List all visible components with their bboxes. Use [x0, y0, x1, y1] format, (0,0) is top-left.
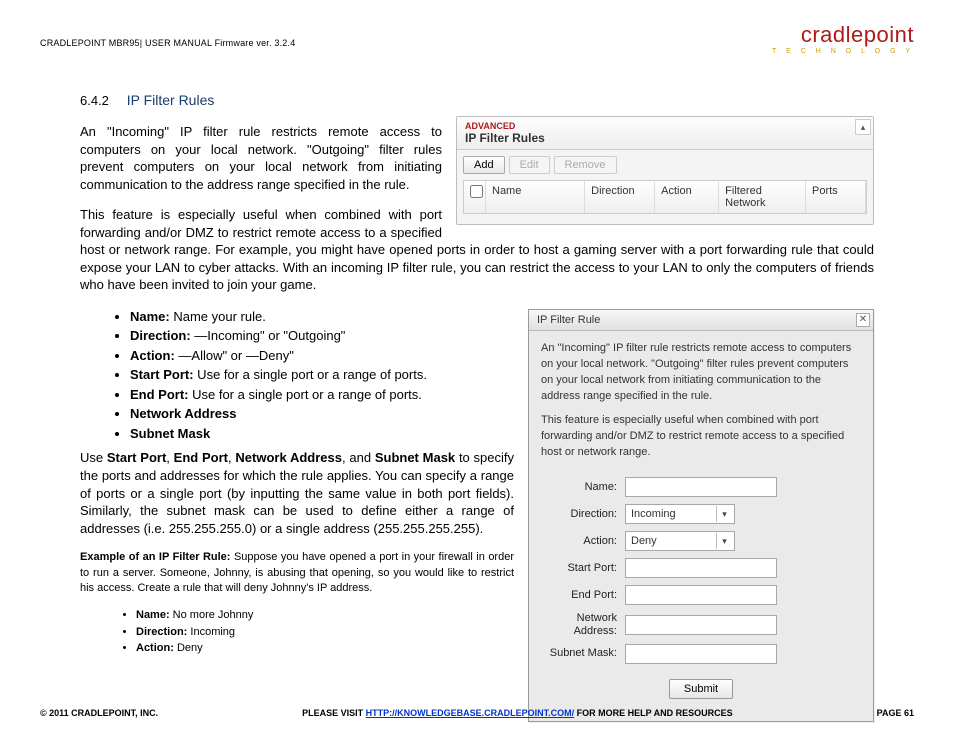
edit-button[interactable]: Edit [509, 156, 550, 174]
add-button[interactable]: Add [463, 156, 505, 174]
ip-filter-rule-dialog: IP Filter Rule ✕ An "Incoming" IP filter… [528, 309, 874, 722]
para-2a: This feature is especially useful when c… [80, 207, 442, 240]
panel-advanced-label: ADVANCED [465, 121, 865, 131]
direction-value: Incoming [631, 507, 676, 523]
col-name: Name [486, 181, 585, 213]
section-number: 6.4.2 [80, 93, 109, 108]
close-icon[interactable]: ✕ [856, 313, 870, 327]
footer-copyright: © 2011 CRADLEPOINT, INC. [40, 708, 158, 718]
grid-header: Name Direction Action Filtered Network P… [463, 180, 867, 214]
section-title: IP Filter Rules [127, 92, 215, 108]
header-breadcrumb: CRADLEPOINT MBR95| USER MANUAL Firmware … [40, 24, 295, 48]
action-select[interactable]: Deny ▾ [625, 531, 735, 551]
panel-title: IP Filter Rules [465, 131, 545, 145]
subnet-mask-field[interactable] [625, 644, 777, 664]
logo-main: cradlepoint [772, 24, 914, 46]
name-field[interactable] [625, 477, 777, 497]
logo-sub: T E C H N O L O G Y [772, 48, 914, 55]
dialog-intro-2: This feature is especially useful when c… [541, 413, 861, 461]
col-filtered-network: Filtered Network [719, 181, 806, 213]
remove-button[interactable]: Remove [554, 156, 617, 174]
footer-center: PLEASE VISIT HTTP://KNOWLEDGEBASE.CRADLE… [302, 708, 733, 718]
chevron-down-icon: ▾ [716, 533, 732, 549]
label-name: Name: [541, 480, 625, 496]
chevron-down-icon: ▾ [716, 506, 732, 522]
footer-link[interactable]: HTTP://KNOWLEDGEBASE.CRADLEPOINT.COM/ [366, 708, 575, 718]
footer-page: PAGE 61 [877, 708, 914, 718]
label-subnet-mask: Subnet Mask: [541, 646, 625, 662]
col-action: Action [655, 181, 719, 213]
label-action: Action: [541, 534, 625, 550]
end-port-field[interactable] [625, 585, 777, 605]
label-start-port: Start Port: [541, 561, 625, 577]
panel-collapse-button[interactable]: ▴ [855, 119, 871, 135]
dialog-intro-1: An "Incoming" IP filter rule restricts r… [541, 341, 861, 405]
select-all-checkbox[interactable] [470, 185, 483, 198]
col-direction: Direction [585, 181, 655, 213]
dialog-title: IP Filter Rule [537, 314, 600, 326]
network-address-field[interactable] [625, 615, 777, 635]
col-ports: Ports [806, 181, 866, 213]
label-end-port: End Port: [541, 588, 625, 604]
ip-filter-rules-panel: ADVANCED IP Filter Rules ▴ Add Edit Remo… [456, 116, 874, 225]
action-value: Deny [631, 534, 657, 550]
label-network-address: Network Address: [541, 612, 625, 636]
submit-button[interactable]: Submit [669, 679, 733, 699]
logo: cradlepoint T E C H N O L O G Y [772, 24, 914, 55]
label-direction: Direction: [541, 507, 625, 523]
start-port-field[interactable] [625, 558, 777, 578]
direction-select[interactable]: Incoming ▾ [625, 504, 735, 524]
